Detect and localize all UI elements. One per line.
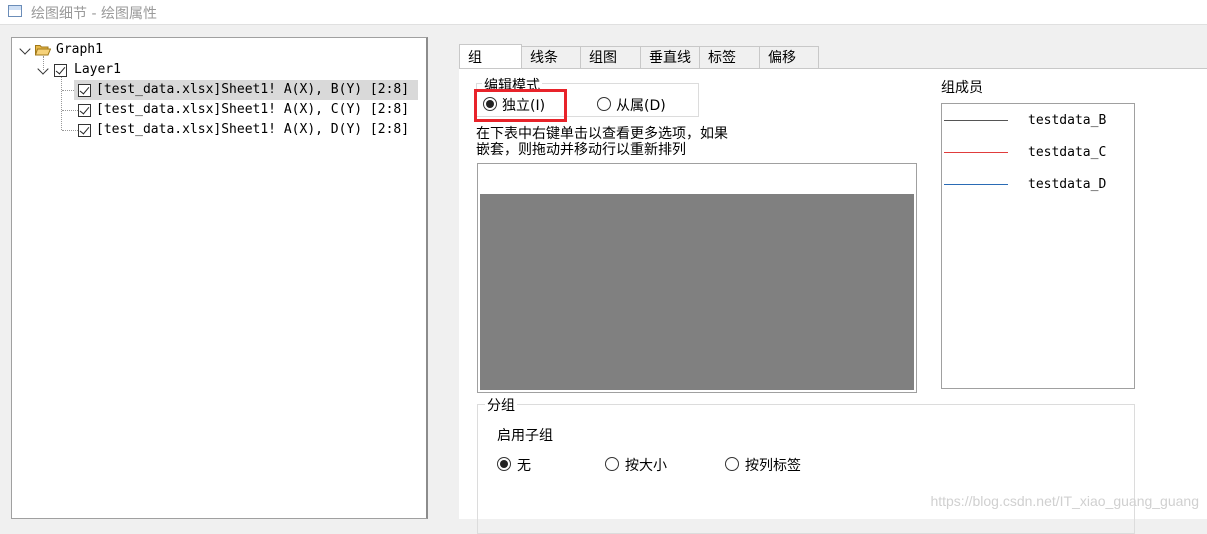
legend-line-d xyxy=(944,184,1008,185)
tree-label-plot-c: [test_data.xlsx]Sheet1! A(X), C(Y) [2:8] xyxy=(96,102,410,117)
tree-node-plot-c[interactable]: [test_data.xlsx]Sheet1! A(X), C(Y) [2:8] xyxy=(74,100,418,120)
member-name-d: testdata_D xyxy=(1028,177,1107,192)
tree-label-layer1: Layer1 xyxy=(74,62,121,77)
tree-node-layer1[interactable]: Layer1 xyxy=(36,60,236,80)
subgroup-by-column-label-label: 按列标签 xyxy=(745,458,801,474)
plot-b-checkbox[interactable] xyxy=(78,84,91,97)
watermark: https://blog.csdn.net/IT_xiao_guang_guan… xyxy=(930,493,1199,509)
layer1-checkbox[interactable] xyxy=(54,64,67,77)
member-name-c: testdata_C xyxy=(1028,145,1107,160)
subgroup-by-column-label-radio[interactable] xyxy=(725,457,739,471)
tree-panel: Graph1 Layer1 [test_data.xlsx]Sheet1! A(… xyxy=(0,26,437,519)
tree-label-graph1: Graph1 xyxy=(56,42,103,57)
tab-group[interactable]: 组 xyxy=(459,44,522,68)
chevron-down-icon[interactable] xyxy=(37,63,49,75)
subgroup-by-size-label: 按大小 xyxy=(625,458,667,474)
plot-tree[interactable]: Graph1 Layer1 [test_data.xlsx]Sheet1! A(… xyxy=(11,37,428,519)
tree-label-plot-b: [test_data.xlsx]Sheet1! A(X), B(Y) [2:8] xyxy=(96,82,410,97)
chevron-down-icon[interactable] xyxy=(19,43,31,55)
subgroup-by-size-radio[interactable] xyxy=(605,457,619,471)
independent-radio[interactable] xyxy=(483,97,497,111)
subgroup-none-radio[interactable] xyxy=(497,457,511,471)
app-window-icon xyxy=(8,5,22,17)
group-tab-panel: 编辑模式 独立(I) 从属(D) 在下表中右键单击以查看更多选项，如果 嵌套，则… xyxy=(459,68,1207,534)
grouping-group: 分组 xyxy=(477,395,1135,534)
tree-node-graph1[interactable]: Graph1 xyxy=(18,40,218,60)
grouping-label: 分组 xyxy=(485,395,517,415)
dependent-label: 从属(D) xyxy=(616,98,666,114)
dependent-radio[interactable] xyxy=(597,97,611,111)
tree-node-plot-b[interactable]: [test_data.xlsx]Sheet1! A(X), B(Y) [2:8] xyxy=(74,80,418,100)
folder-open-icon xyxy=(35,45,51,56)
tab-line[interactable]: 线条 xyxy=(521,46,581,68)
tab-drop-lines-group[interactable]: 组图 xyxy=(580,46,641,68)
plot-d-checkbox[interactable] xyxy=(78,124,91,137)
tree-guide xyxy=(61,76,62,130)
tree-label-plot-d: [test_data.xlsx]Sheet1! A(X), D(Y) [2:8] xyxy=(96,122,410,137)
tree-node-plot-d[interactable]: [test_data.xlsx]Sheet1! A(X), D(Y) [2:8] xyxy=(74,120,418,140)
table-area xyxy=(480,194,914,390)
tab-vertical-line[interactable]: 垂直线 xyxy=(640,46,700,68)
window-title: 绘图细节 - 绘图属性 xyxy=(31,6,157,22)
tab-offset[interactable]: 偏移 xyxy=(759,46,819,68)
hint-line-2: 嵌套，则拖动并移动行以重新排列 xyxy=(476,142,686,158)
members-label: 组成员 xyxy=(941,80,983,96)
legend-line-b xyxy=(944,120,1008,121)
subgroup-label: 启用子组 xyxy=(497,428,553,444)
member-name-b: testdata_B xyxy=(1028,113,1107,128)
members-list[interactable]: testdata_B testdata_C testdata_D xyxy=(941,103,1135,389)
title-bar: 绘图细节 - 绘图属性 xyxy=(0,0,1207,25)
independent-label: 独立(I) xyxy=(502,98,546,114)
tab-label[interactable]: 标签 xyxy=(699,46,760,68)
legend-line-c xyxy=(944,152,1008,153)
plot-c-checkbox[interactable] xyxy=(78,104,91,117)
group-member-table[interactable] xyxy=(477,163,917,393)
subgroup-none-label: 无 xyxy=(517,458,531,474)
